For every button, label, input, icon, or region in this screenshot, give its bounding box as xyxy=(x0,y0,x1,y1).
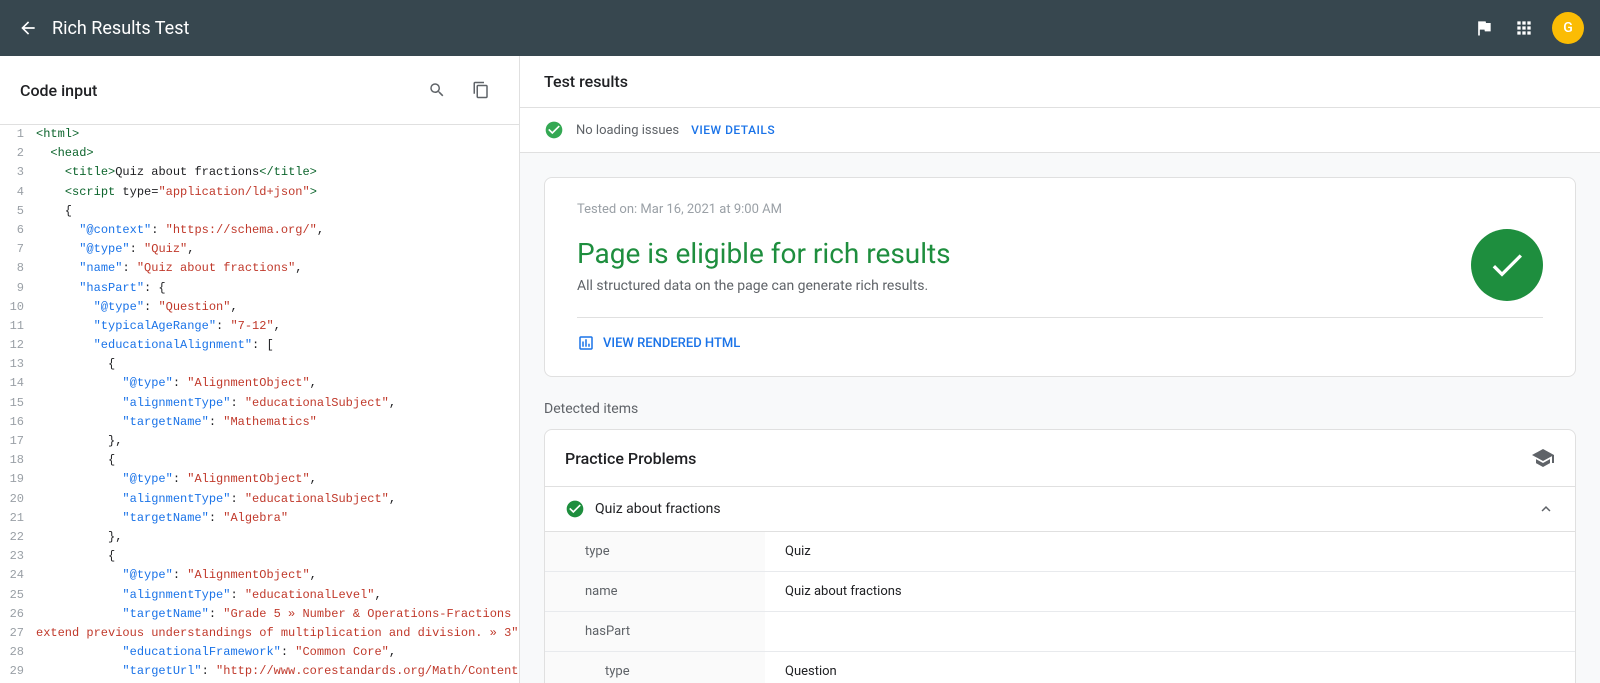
search-button[interactable] xyxy=(419,72,455,108)
tested-on-text: Tested on: Mar 16, 2021 at 9:00 AM xyxy=(577,202,1543,217)
code-line: 28 "educationalFramework": "Common Core"… xyxy=(0,643,519,662)
view-rendered-html-link[interactable]: VIEW RENDERED HTML xyxy=(603,336,740,351)
code-line: 24 "@type": "AlignmentObject", xyxy=(0,566,519,585)
data-value: Question xyxy=(765,652,1575,683)
code-line: 9 "hasPart": { xyxy=(0,279,519,298)
app-title: Rich Results Test xyxy=(52,18,189,39)
data-value: Quiz about fractions xyxy=(765,572,1575,611)
code-header-actions xyxy=(419,72,499,108)
code-input-header: Code input xyxy=(0,56,519,125)
code-line: 5 { xyxy=(0,202,519,221)
item-row-left: Quiz about fractions xyxy=(565,499,721,519)
back-button[interactable] xyxy=(16,16,40,40)
code-line: 25 "alignmentType": "educationalLevel", xyxy=(0,586,519,605)
code-line: 3 <title>Quiz about fractions</title> xyxy=(0,163,519,182)
card-text: Page is eligible for rich results All st… xyxy=(577,237,1447,294)
check-circle-icon xyxy=(1471,229,1543,301)
code-line: 26 "targetName": "Grade 5 » Number & Ope… xyxy=(0,605,519,624)
data-value: Quiz xyxy=(765,532,1575,571)
code-line: 27extend previous understandings of mult… xyxy=(0,624,519,643)
data-row-type: type Quiz xyxy=(545,532,1575,572)
main-content: Code input 1<html> 2 <head> 3 <title>Qui… xyxy=(0,56,1600,683)
status-text: No loading issues xyxy=(576,123,679,138)
code-line: 19 "@type": "AlignmentObject", xyxy=(0,470,519,489)
code-line: 18 { xyxy=(0,451,519,470)
code-line: 13 { xyxy=(0,355,519,374)
eligible-subtitle: All structured data on the page can gene… xyxy=(577,278,1447,294)
eligible-title: Page is eligible for rich results xyxy=(577,237,1447,270)
code-line: 14 "@type": "AlignmentObject", xyxy=(0,374,519,393)
graduation-icon xyxy=(1531,446,1555,470)
data-key: hasPart xyxy=(545,612,765,651)
test-results-header: Test results xyxy=(520,56,1600,108)
practice-header: Practice Problems xyxy=(545,430,1575,487)
chevron-up-icon xyxy=(1537,500,1555,518)
data-row-type-sub: type Question xyxy=(545,652,1575,683)
eligible-card: Tested on: Mar 16, 2021 at 9:00 AM Page … xyxy=(544,177,1576,377)
item-check-icon xyxy=(565,499,585,519)
quiz-item-row[interactable]: Quiz about fractions xyxy=(545,487,1575,532)
rendered-html-icon xyxy=(577,334,595,352)
left-panel: Code input 1<html> 2 <head> 3 <title>Qui… xyxy=(0,56,520,683)
data-key: type xyxy=(545,652,765,683)
flag-icon[interactable] xyxy=(1472,16,1496,40)
status-check-icon xyxy=(544,120,564,140)
test-results-title: Test results xyxy=(544,72,628,91)
data-key: type xyxy=(545,532,765,571)
code-line: 4 <script type="application/ld+json"> xyxy=(0,183,519,202)
checkmark-icon xyxy=(1487,245,1527,285)
data-value xyxy=(765,612,1575,651)
code-line: 15 "alignmentType": "educationalSubject"… xyxy=(0,394,519,413)
code-line: 23 { xyxy=(0,547,519,566)
code-line: 7 "@type": "Quiz", xyxy=(0,240,519,259)
code-input-title: Code input xyxy=(20,81,97,100)
card-footer: VIEW RENDERED HTML xyxy=(577,317,1543,352)
code-line: 10 "@type": "Question", xyxy=(0,298,519,317)
code-line: 8 "name": "Quiz about fractions", xyxy=(0,259,519,278)
status-bar: No loading issues VIEW DETAILS xyxy=(520,108,1600,153)
view-details-link[interactable]: VIEW DETAILS xyxy=(691,123,775,137)
item-name: Quiz about fractions xyxy=(595,501,721,517)
topbar-left: Rich Results Test xyxy=(16,16,189,40)
avatar-initials: G xyxy=(1563,20,1573,36)
code-line: 12 "educationalAlignment": [ xyxy=(0,336,519,355)
data-row-haspart: hasPart xyxy=(545,612,1575,652)
code-line: 21 "targetName": "Algebra" xyxy=(0,509,519,528)
code-line: 17 }, xyxy=(0,432,519,451)
code-line: 1<html> xyxy=(0,125,519,144)
right-panel: Test results No loading issues VIEW DETA… xyxy=(520,56,1600,683)
code-line: 2 <head> xyxy=(0,144,519,163)
copy-button[interactable] xyxy=(463,72,499,108)
data-row-name: name Quiz about fractions xyxy=(545,572,1575,612)
results-content: Tested on: Mar 16, 2021 at 9:00 AM Page … xyxy=(520,153,1600,683)
apps-icon[interactable] xyxy=(1512,16,1536,40)
code-area[interactable]: 1<html> 2 <head> 3 <title>Quiz about fra… xyxy=(0,125,519,683)
detected-items-label: Detected items xyxy=(544,401,1576,417)
data-key: name xyxy=(545,572,765,611)
avatar[interactable]: G xyxy=(1552,12,1584,44)
code-line: 20 "alignmentType": "educationalSubject"… xyxy=(0,490,519,509)
topbar-right: G xyxy=(1472,12,1584,44)
code-line: 22 }, xyxy=(0,528,519,547)
practice-card: Practice Problems Quiz about fractions xyxy=(544,429,1576,683)
topbar: Rich Results Test G xyxy=(0,0,1600,56)
code-line: 6 "@context": "https://schema.org/", xyxy=(0,221,519,240)
code-line: 11 "typicalAgeRange": "7-12", xyxy=(0,317,519,336)
practice-title: Practice Problems xyxy=(565,449,696,468)
code-line: 16 "targetName": "Mathematics" xyxy=(0,413,519,432)
card-body: Page is eligible for rich results All st… xyxy=(577,229,1543,301)
code-line: 29 "targetUrl": "http://www.corestandard… xyxy=(0,662,519,681)
